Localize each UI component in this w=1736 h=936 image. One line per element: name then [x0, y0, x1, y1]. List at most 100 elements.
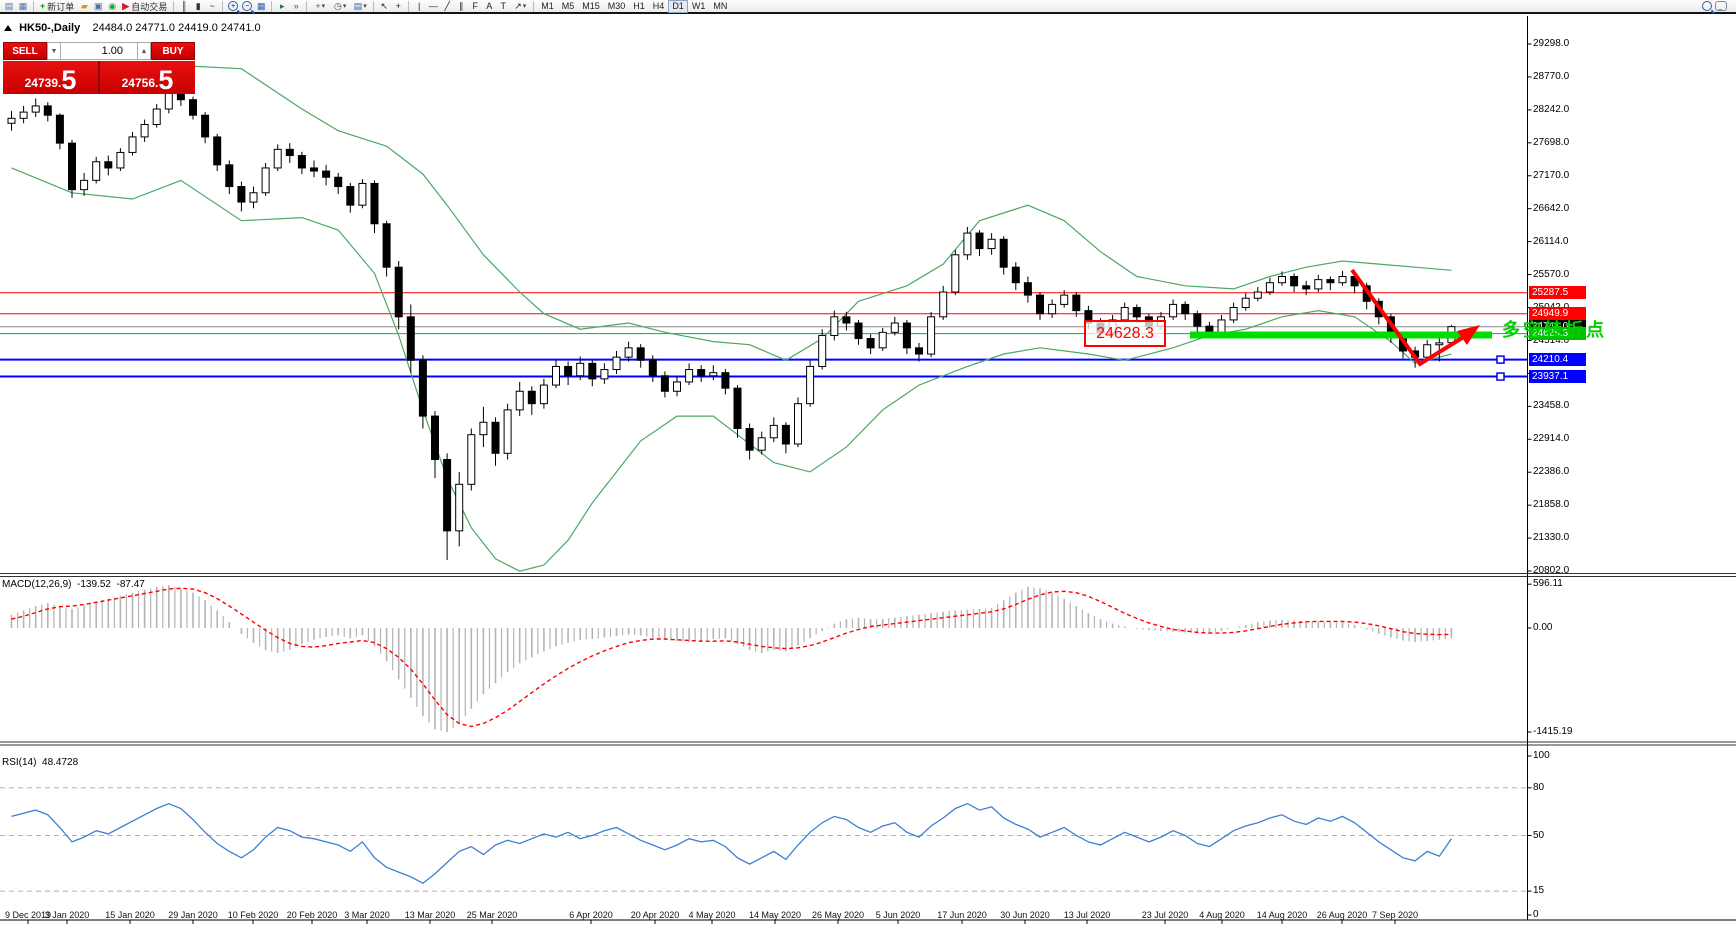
candle — [710, 373, 717, 376]
date-tick-label[interactable]: 30 Jun 2020 — [990, 910, 1060, 920]
buy-price-display[interactable]: 24756. 5 — [100, 61, 195, 94]
macd-label: MACD(12,26,9) -139.52 -87.47 — [2, 579, 145, 590]
rsi-tick-label: 50 — [1533, 830, 1544, 841]
candle — [807, 366, 814, 403]
navigator-icon[interactable]: ▦ — [16, 1, 30, 12]
zoom-in-icon[interactable]: + — [226, 1, 240, 12]
candle — [855, 323, 862, 339]
candle — [153, 109, 160, 125]
price-tick-label: 27698.0 — [1533, 137, 1569, 148]
rsi-tick-label: 100 — [1533, 750, 1550, 761]
level-price-box[interactable]: 24628.3 — [1084, 320, 1166, 347]
timeframe-M15[interactable]: M15 — [578, 0, 604, 13]
chart-canvas[interactable]: HK50-,Daily 24484.0 24771.0 24419.0 2474… — [0, 16, 1736, 936]
candle — [480, 422, 487, 434]
date-tick-label[interactable]: 25 Mar 2020 — [457, 910, 527, 920]
market-watch-icon[interactable]: ▤ — [2, 1, 16, 12]
signals-icon[interactable]: ◉ — [105, 1, 119, 12]
macd-tick-label: 0.00 — [1533, 622, 1552, 633]
candle — [795, 404, 802, 444]
bar-chart-icon[interactable]: ║ — [177, 1, 191, 12]
date-tick-label[interactable]: 7 Sep 2020 — [1360, 910, 1430, 920]
candle — [444, 460, 451, 531]
indicators-icon[interactable]: +▾ — [310, 1, 330, 12]
candle — [81, 180, 88, 189]
date-tick-label[interactable]: 15 Jan 2020 — [95, 910, 165, 920]
candle — [456, 484, 463, 531]
label-icon[interactable]: T — [496, 1, 510, 12]
date-tick-label[interactable]: 3 Mar 2020 — [332, 910, 402, 920]
ohlc-values: 24484.0 24771.0 24419.0 24741.0 — [92, 22, 260, 34]
new-order-button[interactable]: +新订单 — [37, 1, 77, 12]
candle — [553, 366, 560, 385]
turning-point-annotation[interactable]: 多空转折点 — [1502, 316, 1607, 342]
volume-increase-button[interactable]: ▲ — [137, 42, 151, 60]
equidistant-channel-icon[interactable]: ∥ — [454, 1, 468, 12]
line-chart-icon[interactable]: ~ — [205, 1, 219, 12]
date-tick-label[interactable]: 14 May 2020 — [740, 910, 810, 920]
cursor-icon[interactable]: ↖ — [377, 1, 391, 12]
auto-scroll-icon[interactable]: ▸ — [275, 1, 289, 12]
timeframe-H1[interactable]: H1 — [629, 0, 649, 13]
candlestick-chart-icon[interactable]: ▮ — [191, 1, 205, 12]
sell-price-display[interactable]: 24739. 5 — [3, 61, 100, 94]
zoom-out-icon[interactable]: − — [240, 1, 254, 12]
fibonacci-icon[interactable]: F — [468, 1, 482, 12]
candle — [69, 143, 76, 190]
candle — [419, 360, 426, 416]
candle — [93, 162, 100, 181]
templates-icon[interactable]: ▤▾ — [350, 1, 370, 12]
candle — [432, 416, 439, 459]
chart-plot[interactable] — [0, 16, 1736, 936]
macd-signal-line — [12, 588, 1452, 726]
chat-icon[interactable] — [1714, 1, 1728, 12]
date-tick-label[interactable]: 13 Mar 2020 — [395, 910, 465, 920]
price-tick-label: 22386.0 — [1533, 466, 1569, 477]
periods-icon[interactable]: ◷▾ — [330, 1, 350, 12]
timeframe-M30[interactable]: M30 — [604, 0, 630, 13]
crosshair-icon[interactable]: + — [391, 1, 405, 12]
candle — [964, 233, 971, 255]
candle — [468, 435, 475, 485]
arrows-icon[interactable]: ↗▾ — [510, 1, 530, 12]
candle — [56, 115, 63, 143]
volume-input[interactable]: 1.00 — [61, 42, 137, 60]
date-tick-label[interactable]: 6 Apr 2020 — [556, 910, 626, 920]
toolbar-separator — [306, 1, 307, 12]
vertical-line-icon[interactable]: | — [412, 1, 426, 12]
collapse-panel-icon[interactable] — [4, 25, 12, 31]
rsi-tick-label: 15 — [1533, 885, 1544, 896]
chart-window-icon[interactable]: ▣ — [91, 1, 105, 12]
history-center-icon[interactable]: ▰ — [77, 1, 91, 12]
candle — [1182, 304, 1189, 313]
timeframe-W1[interactable]: W1 — [688, 0, 710, 13]
hline-handle[interactable] — [1497, 373, 1504, 380]
date-tick-label[interactable]: 13 Jul 2020 — [1052, 910, 1122, 920]
candle — [177, 94, 184, 100]
auto-trading-button[interactable]: ▶自动交易 — [119, 1, 170, 12]
volume-decrease-button[interactable]: ▼ — [47, 42, 61, 60]
hline-handle[interactable] — [1497, 356, 1504, 363]
chart-shift-icon[interactable]: » — [289, 1, 303, 12]
tile-windows-icon[interactable]: ▦ — [254, 1, 268, 12]
buy-button[interactable]: BUY — [151, 42, 195, 60]
text-icon[interactable]: A — [482, 1, 496, 12]
timeframe-M1[interactable]: M1 — [537, 0, 558, 13]
toolbar-separator — [533, 1, 534, 12]
search-icon[interactable] — [1700, 1, 1714, 12]
symbol-period-label: HK50-,Daily — [19, 22, 80, 34]
trendline-icon[interactable]: ╱ — [440, 1, 454, 12]
date-tick-label[interactable]: 3 Jan 2020 — [32, 910, 102, 920]
candle — [395, 267, 402, 317]
sell-button[interactable]: SELL — [3, 42, 47, 60]
price-tick-label: 28770.0 — [1533, 71, 1569, 82]
horizontal-line-icon[interactable]: — — [426, 1, 440, 12]
timeframe-M5[interactable]: M5 — [558, 0, 579, 13]
date-tick-label[interactable]: 4 May 2020 — [677, 910, 747, 920]
date-tick-label[interactable]: 17 Jun 2020 — [927, 910, 997, 920]
timeframe-D1[interactable]: D1 — [668, 0, 688, 13]
timeframe-H4[interactable]: H4 — [649, 0, 669, 13]
candle — [1206, 326, 1213, 332]
timeframe-MN[interactable]: MN — [709, 0, 731, 13]
date-tick-label[interactable]: 5 Jun 2020 — [863, 910, 933, 920]
